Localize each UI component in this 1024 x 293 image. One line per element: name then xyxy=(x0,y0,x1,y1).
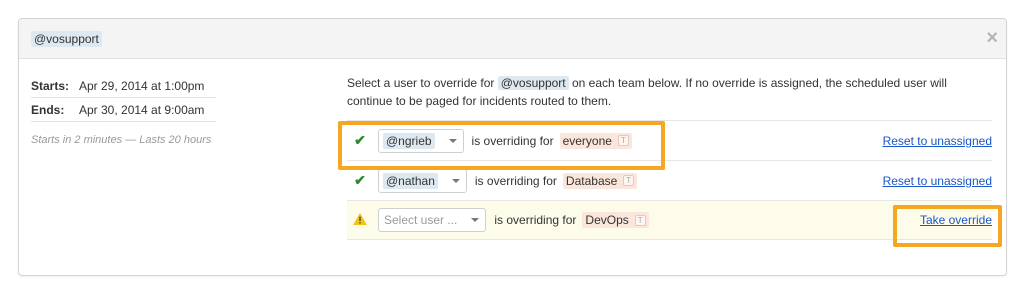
schedule-summary: Starts in 2 minutes — Lasts 20 hours xyxy=(31,134,212,146)
ends-value: Apr 30, 2014 at 9:00am xyxy=(79,102,205,117)
check-icon: ✔ xyxy=(354,172,366,188)
chevron-down-icon xyxy=(448,138,457,143)
modal-header: @vosupport × xyxy=(19,19,1006,59)
team-tag: T xyxy=(617,135,629,146)
starts-row: Starts: Apr 29, 2014 at 1:00pm xyxy=(31,74,216,98)
team-name: everyone xyxy=(562,133,612,148)
team-name: DevOps xyxy=(585,213,629,227)
user-select[interactable]: @ngrieb xyxy=(378,128,464,153)
team-badge: Database T xyxy=(562,172,638,189)
user-select[interactable]: Select user ... xyxy=(378,208,487,232)
team-tag: T xyxy=(634,214,646,226)
intro-handle: @vosupport xyxy=(497,76,569,90)
modal-body: Starts: Apr 29, 2014 at 1:00pm Ends: Apr… xyxy=(19,60,1006,275)
intro-text: Select a user to override for @vosupport… xyxy=(347,74,992,110)
ends-row: Ends: Apr 30, 2014 at 9:00am xyxy=(31,98,216,122)
starts-label: Starts: xyxy=(31,78,70,93)
schedule-panel: Starts: Apr 29, 2014 at 1:00pm Ends: Apr… xyxy=(31,74,216,146)
intro-before: Select a user to override for xyxy=(347,76,498,90)
team-name: Database xyxy=(565,173,618,188)
team-tag: T xyxy=(623,175,635,186)
override-table: ✔ @ngrieb is overriding for everyone T R… xyxy=(347,120,992,240)
overriding-label: is overriding for xyxy=(471,133,554,148)
ends-label: Ends: xyxy=(31,102,65,117)
selected-user: @nathan xyxy=(383,172,438,189)
header-handle: @vosupport xyxy=(31,31,102,47)
reset-to-unassigned-link[interactable]: Reset to unassigned xyxy=(883,174,992,188)
check-icon: ✔ xyxy=(354,132,366,148)
selected-user: @ngrieb xyxy=(383,132,435,149)
chevron-down-icon xyxy=(471,218,480,222)
override-row: ✔ @nathan is overriding for Database T R… xyxy=(347,160,992,200)
override-panel: Select a user to override for @vosupport… xyxy=(347,74,992,240)
select-user-placeholder: Select user ... xyxy=(384,213,458,227)
warning-icon xyxy=(347,212,373,228)
reset-to-unassigned-link[interactable]: Reset to unassigned xyxy=(883,134,992,148)
overriding-label: is overriding for xyxy=(494,213,577,227)
overriding-label: is overriding for xyxy=(474,173,557,188)
close-icon[interactable]: × xyxy=(986,25,998,51)
take-override-link[interactable]: Take override xyxy=(920,213,992,227)
override-row: ✔ @ngrieb is overriding for everyone T R… xyxy=(347,120,992,160)
team-badge: everyone T xyxy=(559,132,632,149)
override-row: Select user ... is overriding for DevOps… xyxy=(347,200,992,240)
chevron-down-icon xyxy=(451,178,460,183)
team-badge: DevOps T xyxy=(582,212,649,228)
starts-value: Apr 29, 2014 at 1:00pm xyxy=(79,78,205,93)
override-modal: @vosupport × Starts: Apr 29, 2014 at 1:0… xyxy=(18,18,1007,276)
user-select[interactable]: @nathan xyxy=(378,168,467,193)
